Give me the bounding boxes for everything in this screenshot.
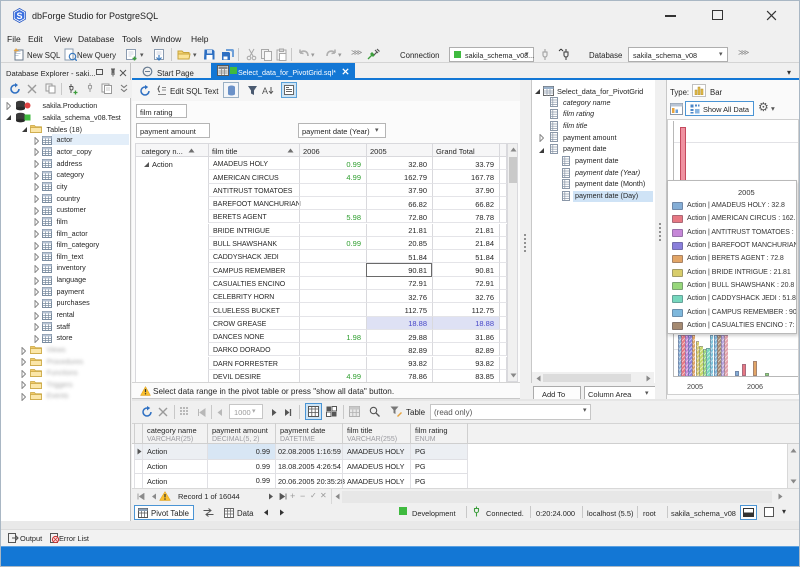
svg-text:S: S bbox=[16, 11, 22, 21]
svg-text:A: A bbox=[262, 86, 268, 96]
